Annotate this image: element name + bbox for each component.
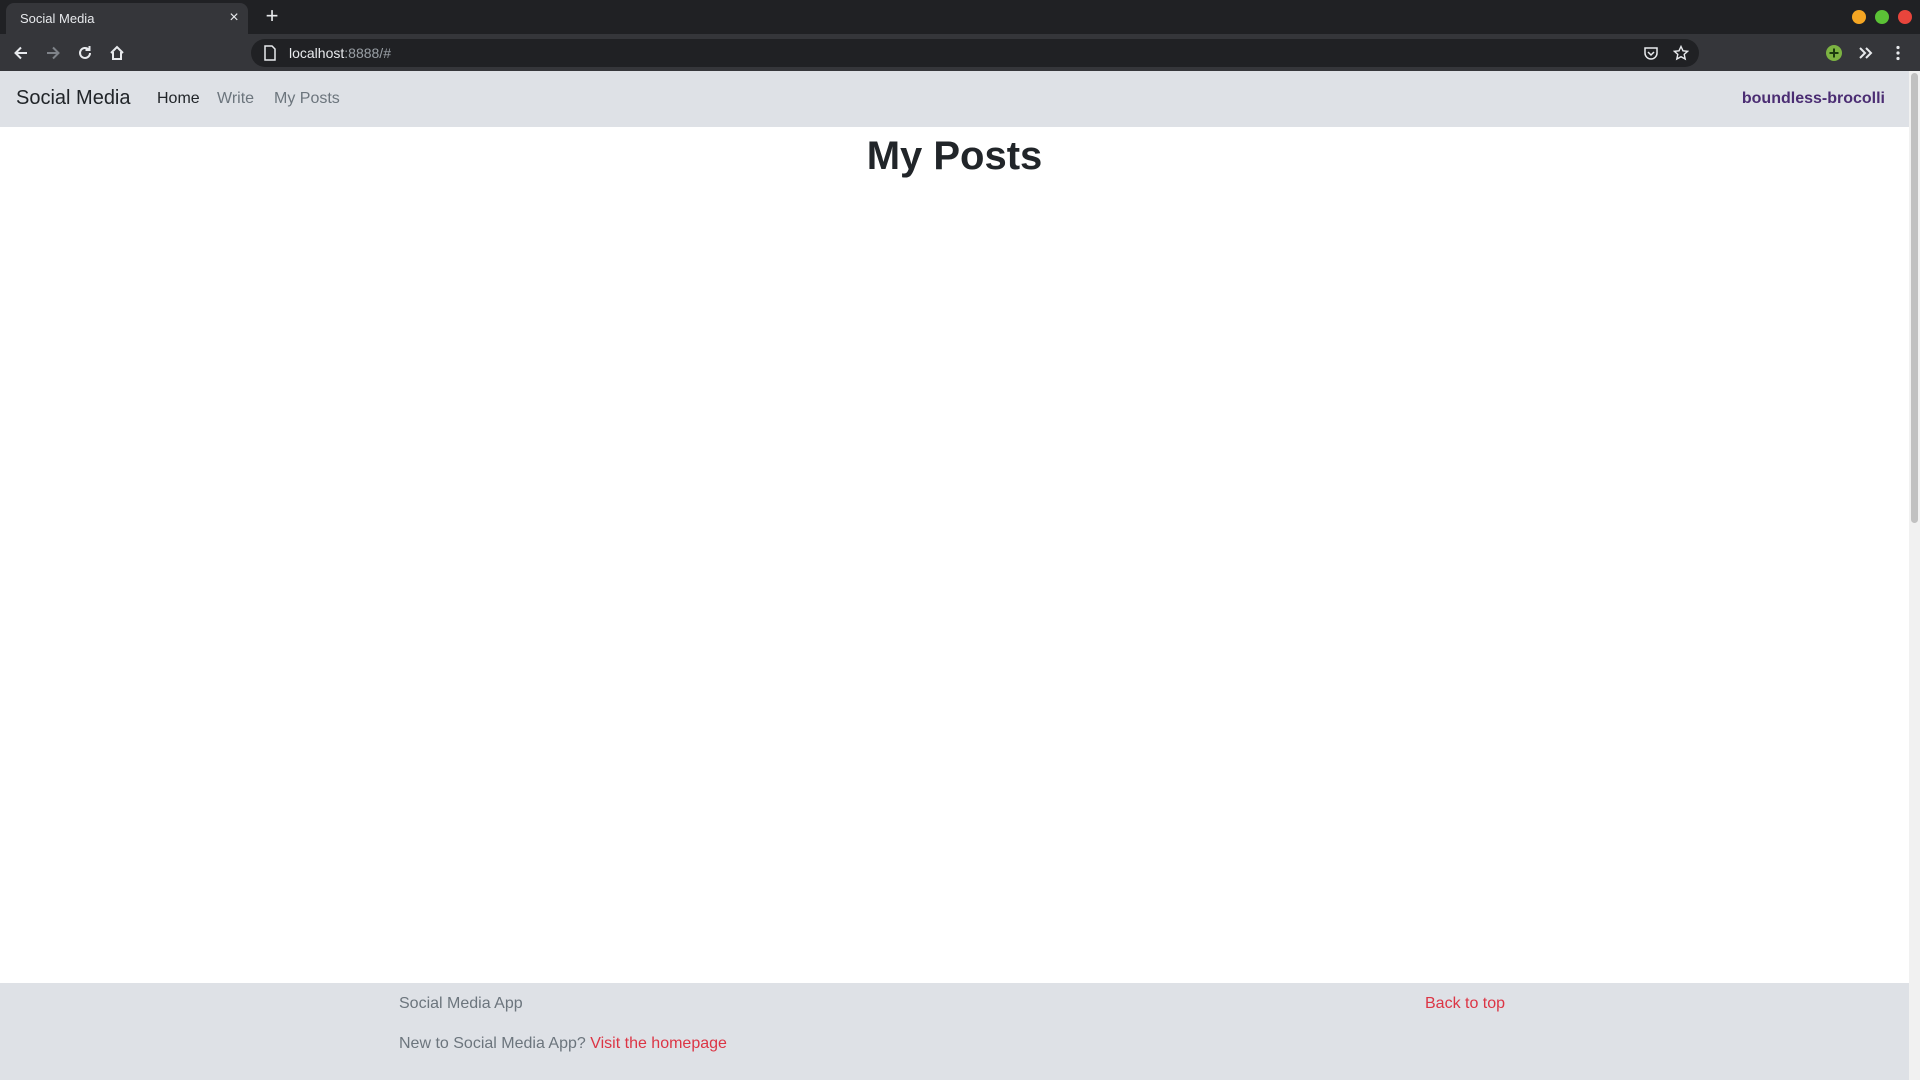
- footer-brand: Social Media App: [399, 995, 523, 1012]
- nav-link-write[interactable]: Write: [217, 90, 254, 108]
- forward-button[interactable]: [40, 40, 66, 66]
- forward-arrow-icon: [47, 46, 60, 60]
- pocket-icon[interactable]: [1643, 45, 1659, 61]
- tab-close-icon[interactable]: ×: [224, 8, 244, 28]
- browser-tab-strip: Social Media × +: [0, 0, 1920, 34]
- navbar-brand[interactable]: Social Media: [16, 87, 131, 110]
- minimize-window-button[interactable]: [1852, 10, 1866, 24]
- browser-menu-button[interactable]: [1885, 40, 1911, 66]
- address-bar[interactable]: localhost:8888/#: [251, 39, 1699, 67]
- url-text: localhost:8888/#: [289, 45, 391, 61]
- new-tab-button[interactable]: +: [260, 5, 284, 29]
- kebab-menu-icon: [1896, 45, 1900, 61]
- nav-link-home[interactable]: Home: [157, 90, 200, 108]
- footer-prompt: New to Social Media App?: [399, 1035, 586, 1052]
- back-to-top-link[interactable]: Back to top: [1425, 995, 1505, 1013]
- scrollbar-thumb[interactable]: [1911, 73, 1918, 523]
- overflow-extensions-button[interactable]: [1853, 40, 1879, 66]
- double-chevron-icon: [1859, 47, 1873, 59]
- close-window-button[interactable]: [1898, 10, 1912, 24]
- visit-homepage-link[interactable]: Visit the homepage: [590, 1035, 727, 1052]
- username-link[interactable]: boundless-brocolli: [1742, 90, 1885, 108]
- back-arrow-icon: [14, 46, 27, 60]
- nav-link-my-posts[interactable]: My Posts: [274, 90, 340, 108]
- browser-tab[interactable]: Social Media ×: [6, 3, 248, 34]
- reload-button[interactable]: [72, 40, 98, 66]
- home-button[interactable]: [104, 40, 130, 66]
- page-scrollbar[interactable]: [1909, 71, 1920, 1080]
- site-navbar: Social Media Home Write My Posts boundle…: [0, 71, 1909, 127]
- home-icon: [110, 45, 124, 60]
- back-button[interactable]: [8, 40, 34, 66]
- footer-homepage-line: New to Social Media App? Visit the homep…: [399, 1035, 727, 1053]
- site-footer: Social Media App Back to top New to Soci…: [0, 983, 1909, 1080]
- bookmark-star-icon[interactable]: [1673, 45, 1689, 61]
- page-icon: [264, 45, 276, 61]
- browser-toolbar: localhost:8888/#: [0, 34, 1920, 71]
- extension-button[interactable]: [1821, 40, 1847, 66]
- extension-plus-icon: [1826, 45, 1842, 61]
- maximize-window-button[interactable]: [1875, 10, 1889, 24]
- reload-icon: [79, 46, 91, 59]
- page-title: My Posts: [866, 134, 1043, 178]
- tab-title: Social Media: [20, 11, 95, 26]
